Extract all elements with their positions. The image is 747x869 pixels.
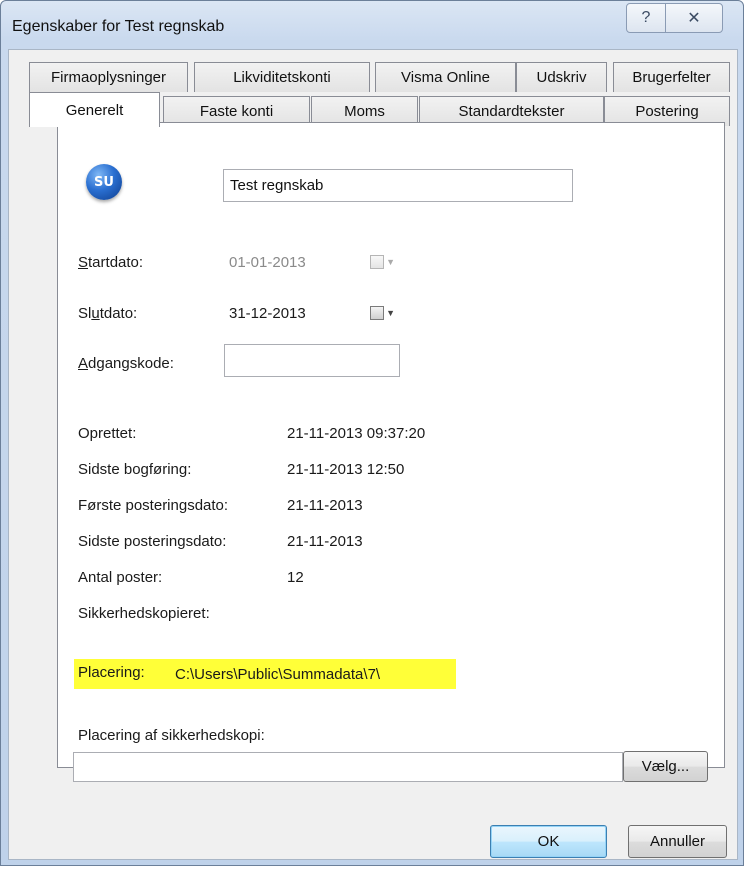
info-value-sidste-bogforing: 21-11-2013 12:50	[287, 461, 405, 478]
slutdato-label: Slutdato:	[78, 305, 138, 322]
title-bar: Egenskaber for Test regnskab ? ✕	[1, 1, 743, 51]
ok-label: OK	[537, 833, 560, 850]
close-button[interactable]: ✕	[665, 3, 723, 33]
tab-label: Visma Online	[401, 69, 490, 86]
info-label-oprettet: Oprettet:	[78, 425, 137, 442]
adgangskode-input[interactable]	[224, 344, 400, 377]
calendar-dropdown-icon[interactable]: ▼	[370, 306, 395, 320]
placering-value: C:\Users\Public\Summadata\7\	[175, 666, 381, 683]
help-icon: ?	[641, 9, 651, 26]
general-tab-panel: SU Test regnskab Startdato: 01-01-2013 ▼…	[57, 122, 725, 768]
info-label-sidste-bogforing: Sidste bogføring:	[78, 461, 192, 478]
choose-folder-button[interactable]: Vælg...	[623, 751, 708, 782]
info-value-oprettet: 21-11-2013 09:37:20	[287, 425, 426, 442]
tab-label: Moms	[344, 103, 385, 120]
tab-label: Generelt	[65, 101, 124, 119]
backup-location-input[interactable]	[73, 752, 623, 782]
info-value-antal-poster: 12	[287, 569, 304, 586]
separator	[78, 218, 722, 219]
cancel-label: Annuller	[649, 833, 706, 850]
company-name-input[interactable]: Test regnskab	[223, 169, 573, 202]
tab-udskriv[interactable]: Udskriv	[516, 62, 607, 92]
backup-location-label: Placering af sikkerhedskopi:	[78, 727, 265, 744]
tab-label: Standardtekster	[458, 103, 565, 120]
info-label-forste-posteringsdato: Første posteringsdato:	[78, 497, 229, 514]
placering-label: Placering:	[78, 664, 145, 681]
separator	[78, 399, 722, 400]
startdato-label: Startdato:	[78, 254, 144, 271]
slutdato-value: 31-12-2013	[229, 305, 306, 322]
tab-label: Udskriv	[536, 69, 587, 86]
window-title: Egenskaber for Test regnskab	[12, 18, 225, 35]
calendar-dropdown-icon: ▼	[370, 255, 395, 269]
startdato-value: 01-01-2013	[229, 254, 306, 271]
info-value-forste-posteringsdato: 21-11-2013	[287, 497, 363, 514]
slutdato-picker[interactable]: 31-12-2013 ▼	[224, 297, 404, 330]
tab-label: Postering	[635, 103, 699, 120]
tab-label: Brugerfelter	[632, 69, 711, 86]
info-label-sidste-posteringsdato: Sidste posteringsdato:	[78, 533, 227, 550]
adgangskode-label: Adgangskode:	[78, 355, 174, 372]
company-name-value: Test regnskab	[230, 177, 324, 194]
logo-text: SU	[94, 174, 114, 190]
cancel-button[interactable]: Annuller	[628, 825, 727, 858]
summa-logo-icon: SU	[86, 164, 122, 200]
choose-folder-label: Vælg...	[641, 758, 690, 775]
tab-visma-online[interactable]: Visma Online	[375, 62, 516, 92]
separator	[78, 642, 722, 643]
tab-label: Firmaoplysninger	[50, 69, 167, 86]
tab-brugerfelter[interactable]: Brugerfelter	[613, 62, 730, 92]
ok-button[interactable]: OK	[490, 825, 607, 858]
close-icon: ✕	[687, 10, 701, 27]
tab-label: Likviditetskonti	[233, 69, 331, 86]
startdato-picker: 01-01-2013 ▼	[224, 246, 404, 279]
tab-generelt[interactable]: Generelt	[29, 92, 160, 127]
properties-dialog: Egenskaber for Test regnskab ? ✕ Firmaop…	[0, 0, 744, 866]
tab-likviditetskonti[interactable]: Likviditetskonti	[194, 62, 370, 92]
info-label-sikkerhedskopieret: Sikkerhedskopieret:	[78, 605, 210, 622]
help-button[interactable]: ?	[626, 3, 666, 33]
tab-label: Faste konti	[199, 103, 274, 120]
tab-firmaoplysninger[interactable]: Firmaoplysninger	[29, 62, 188, 92]
info-value-sidste-posteringsdato: 21-11-2013	[287, 533, 363, 550]
info-label-antal-poster: Antal poster:	[78, 569, 163, 586]
